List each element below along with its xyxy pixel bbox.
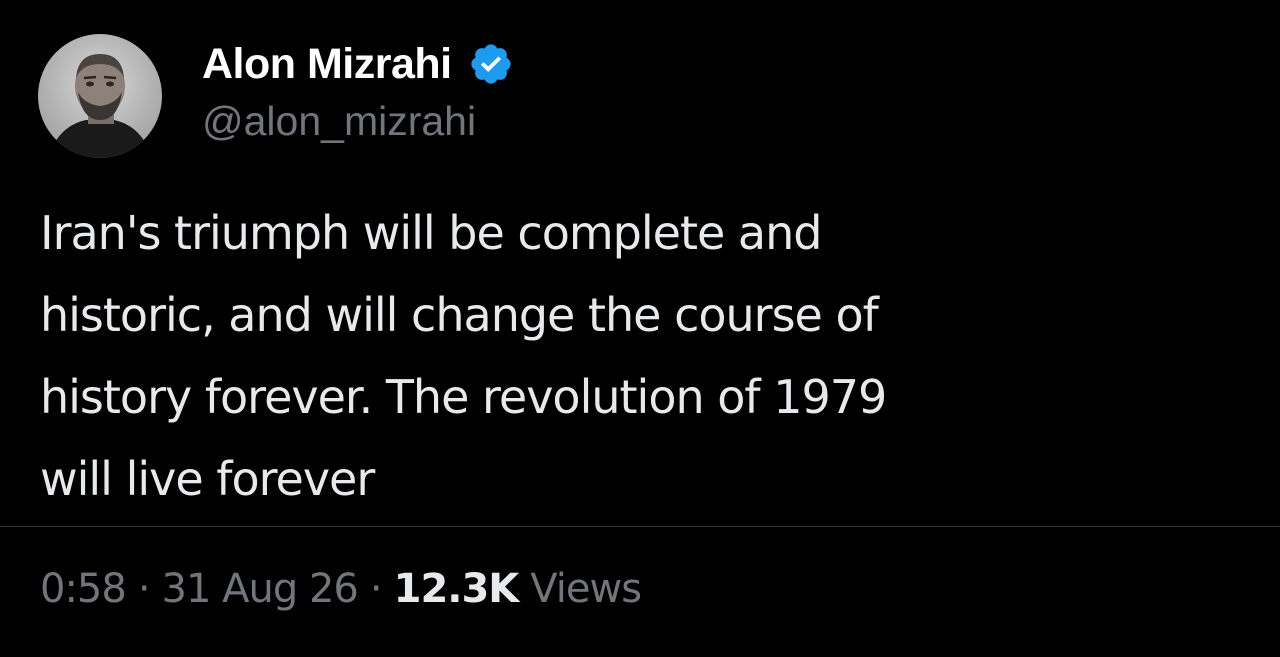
tweet-text-line: historic, and will change the course of <box>40 288 879 342</box>
divider <box>0 526 1280 527</box>
views-label: Views <box>530 566 642 612</box>
tweet-date[interactable]: 31 Aug 26 <box>162 566 359 612</box>
views-count[interactable]: 12.3K <box>394 566 520 612</box>
author-name-row: Alon Mizrahi <box>202 36 514 92</box>
author-handle[interactable]: @alon_mizrahi <box>202 98 476 145</box>
author-avatar[interactable] <box>38 34 162 158</box>
tweet-body: Iran's triumph will be complete and hist… <box>40 192 1240 520</box>
tweet-meta: 0:58 · 31 Aug 26 · 12.3K Views <box>40 566 642 612</box>
tweet-card: Alon Mizrahi @alon_mizrahi Iran's triump… <box>0 0 1280 657</box>
author-display-name[interactable]: Alon Mizrahi <box>202 40 452 89</box>
profile-photo-icon <box>38 34 162 158</box>
meta-separator: · <box>369 566 383 612</box>
tweet-text-line: history forever. The revolution of 1979 <box>40 370 887 424</box>
tweet-time[interactable]: 0:58 <box>40 566 127 612</box>
verified-badge-icon[interactable] <box>468 41 514 87</box>
meta-separator: · <box>137 566 151 612</box>
tweet-text-line: will live forever <box>40 452 375 506</box>
tweet-text-line: Iran's triumph will be complete and <box>40 206 822 260</box>
